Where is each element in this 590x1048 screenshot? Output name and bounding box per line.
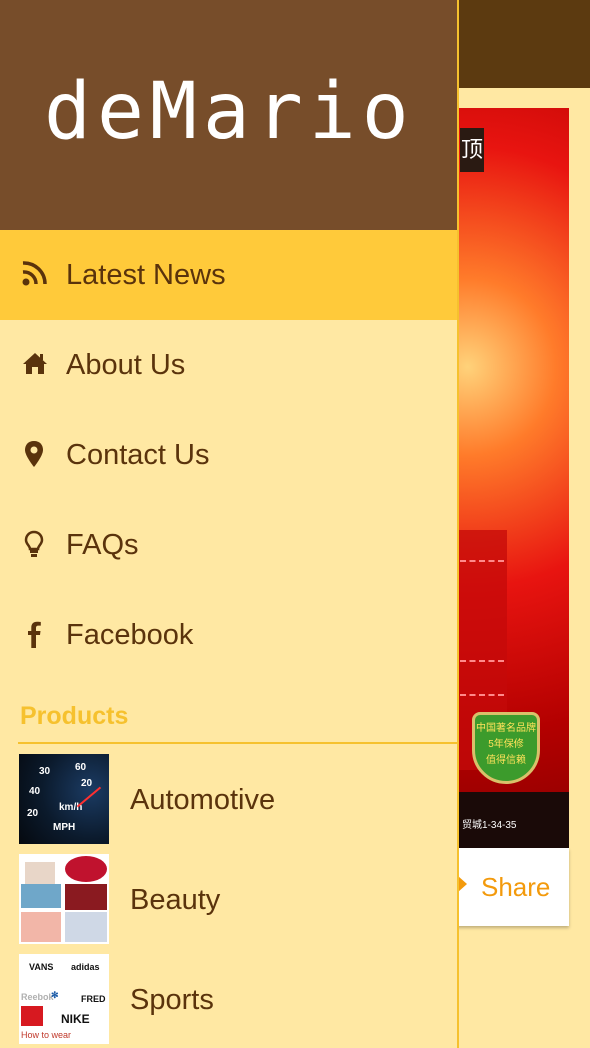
nav-item-about-us[interactable]: About Us <box>0 320 457 410</box>
map-marker-icon <box>22 440 48 468</box>
share-label: Share <box>481 872 551 902</box>
beauty-collage-image <box>19 854 109 944</box>
badge-line: 值得信赖 <box>486 755 526 766</box>
products-heading: Products <box>20 702 129 730</box>
warranty-badge: 中国著名品牌 5年保修 值得信赖 <box>472 712 540 784</box>
nav-label: Contact Us <box>66 439 210 471</box>
nav-item-contact-us[interactable]: Contact Us <box>0 410 457 500</box>
banner-address: 贸城1-34-35 <box>462 820 517 831</box>
nav-label: FAQs <box>66 529 139 561</box>
product-label: Automotive <box>130 784 276 816</box>
home-icon <box>22 350 48 378</box>
banner-glyph: 顶 <box>460 128 484 172</box>
nav-item-facebook[interactable]: Facebook <box>0 590 457 680</box>
nav-label: About Us <box>66 349 186 381</box>
nav-item-faqs[interactable]: FAQs <box>0 500 457 590</box>
banner-divider <box>460 660 504 662</box>
banner-divider <box>460 694 504 696</box>
badge-line: 中国著名品牌 <box>476 723 536 734</box>
badge-line: 5年保修 <box>488 739 524 750</box>
navigation-drawer: deMario Latest News About Us Contact Us … <box>0 0 459 1048</box>
products-divider <box>18 742 458 744</box>
nav-label: Latest News <box>66 259 226 291</box>
product-label: Beauty <box>130 884 221 916</box>
rss-icon <box>22 260 48 288</box>
banner-divider <box>460 560 504 562</box>
nav-item-latest-news[interactable]: Latest News <box>0 230 457 320</box>
lightbulb-icon <box>22 530 48 558</box>
product-item-automotive[interactable]: 30 60 40 20 20 km/h MPH Automotive <box>19 754 439 844</box>
product-item-beauty[interactable]: Beauty <box>19 854 439 944</box>
product-item-sports[interactable]: VANS adidas Reebok ✻ FRED NIKE How to we… <box>19 954 439 1044</box>
product-label: Sports <box>130 984 214 1016</box>
nav-label: Facebook <box>66 619 194 651</box>
share-arrow-icon <box>458 876 467 892</box>
sports-brands-image: VANS adidas Reebok ✻ FRED NIKE How to we… <box>19 954 109 1044</box>
brand-logo[interactable]: deMario <box>44 62 415 162</box>
speedometer-image: 30 60 40 20 20 km/h MPH <box>19 754 109 844</box>
facebook-icon <box>22 620 48 648</box>
brand-header: deMario <box>0 0 457 230</box>
